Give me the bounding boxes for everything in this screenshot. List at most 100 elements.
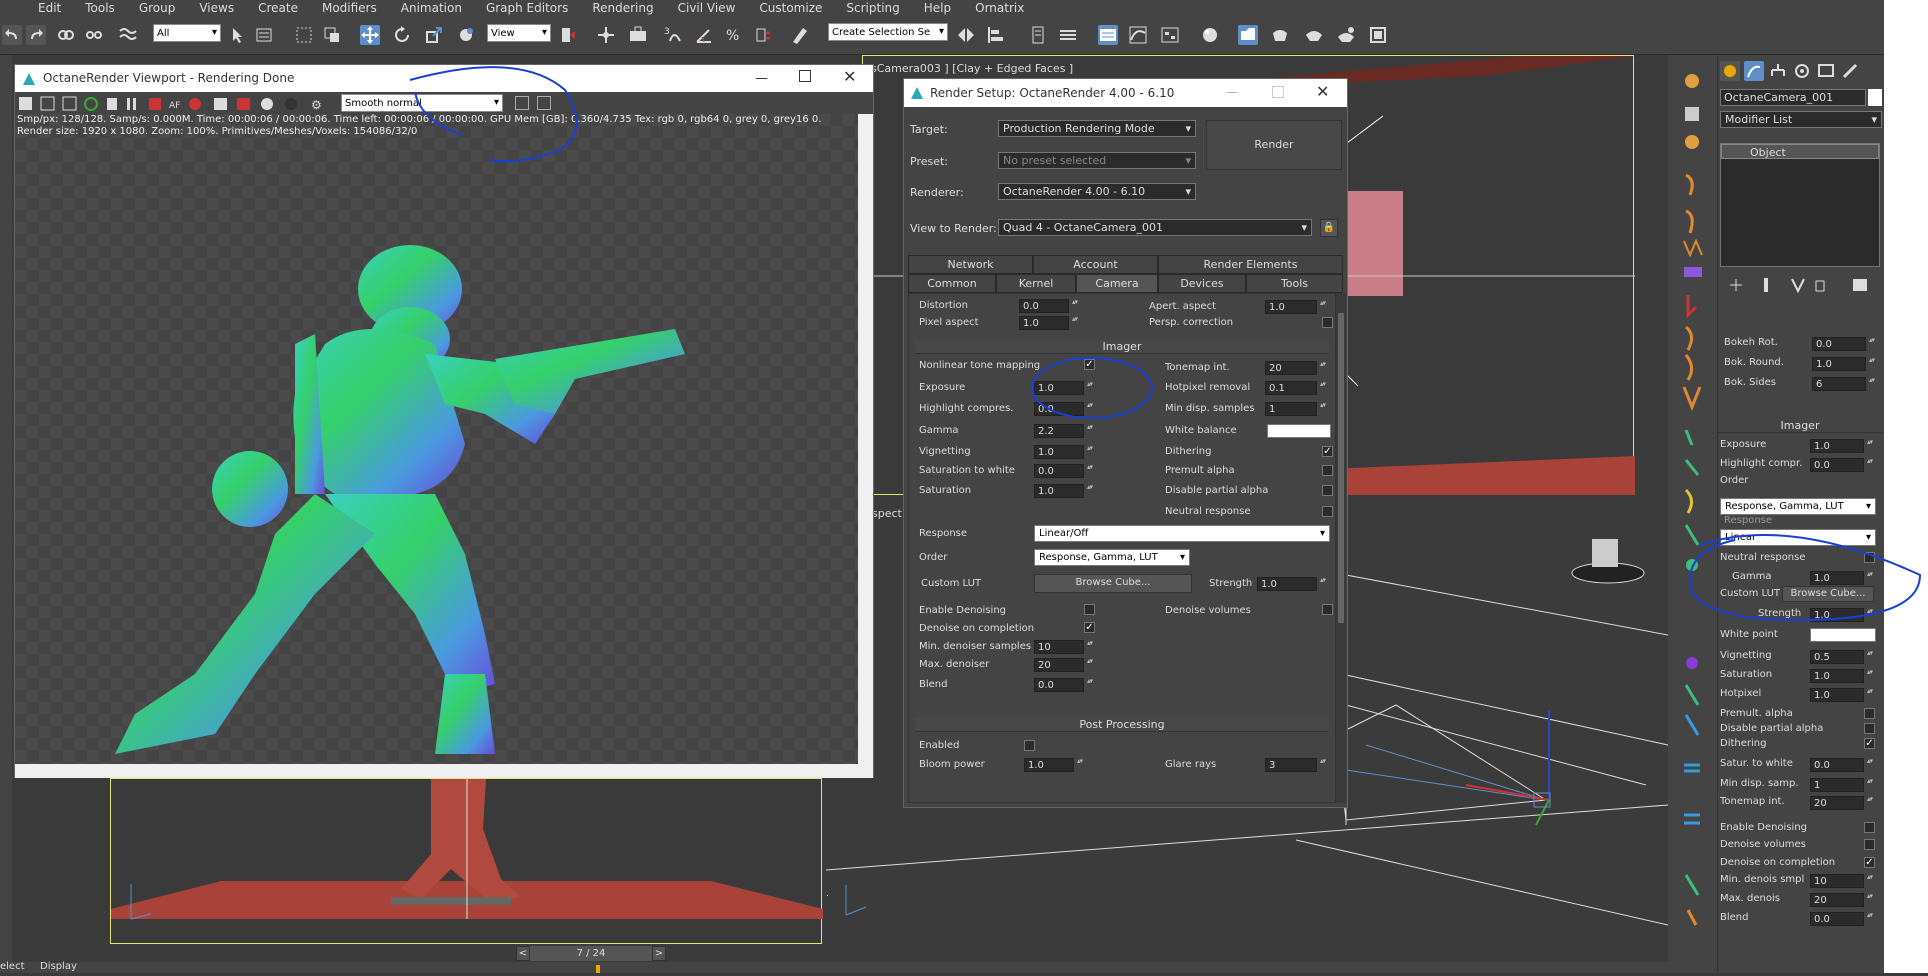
octane-window-title[interactable]: OctaneRender Viewport - Rendering Done: [15, 65, 873, 92]
blend-spinner[interactable]: 0.0: [1034, 677, 1095, 692]
cmd-disable-partial-checkbox[interactable]: [1864, 723, 1875, 734]
window-crossing-icon[interactable]: [322, 25, 342, 45]
render-in-cloud-icon[interactable]: [1368, 25, 1388, 45]
min-denoiser-samples-spinner[interactable]: 10: [1034, 639, 1095, 654]
modifier-stack[interactable]: Object: [1720, 143, 1880, 267]
unlink-icon[interactable]: [84, 25, 104, 45]
enable-denoising-checkbox[interactable]: [1084, 604, 1095, 615]
select-by-name-icon[interactable]: [254, 25, 274, 45]
render-kernel-select[interactable]: Smooth normal: [341, 94, 503, 112]
cmd-browse-cube-button[interactable]: Browse Cube...: [1782, 586, 1874, 602]
picker-icon[interactable]: [537, 96, 551, 110]
remove-modifier-icon[interactable]: [1810, 275, 1830, 295]
target-dropdown[interactable]: Production Rendering Mode: [998, 120, 1196, 137]
cmd-vignetting-spinner[interactable]: 0.5: [1810, 649, 1875, 664]
cmd-white-point-swatch[interactable]: [1810, 628, 1876, 642]
cmd-satur-white-spinner[interactable]: 0.0: [1810, 757, 1875, 772]
reference-coordinate-select[interactable]: View: [487, 24, 551, 42]
cmd-premult-checkbox[interactable]: [1864, 708, 1875, 719]
rs-maximize-icon[interactable]: [1272, 86, 1284, 98]
tab-devices[interactable]: Devices: [1158, 274, 1246, 293]
tab-camera[interactable]: Camera: [1076, 274, 1158, 293]
rs-minimize-icon[interactable]: —: [1226, 85, 1238, 99]
tab-account[interactable]: Account: [1033, 255, 1158, 274]
gamma-spinner[interactable]: 2.2: [1034, 423, 1095, 438]
menu-group[interactable]: Group: [127, 1, 188, 15]
pivot-icon[interactable]: [558, 25, 578, 45]
cmd-tonemap-spinner[interactable]: 20: [1810, 795, 1875, 810]
viewport-label[interactable]: sCamera003 ] [Clay + Edged Faces ]: [871, 62, 1073, 75]
highlight-compression-spinner[interactable]: 0.0: [1034, 401, 1095, 416]
close-icon[interactable]: ✕: [843, 67, 856, 86]
max-denoiser-spinner[interactable]: 20: [1034, 657, 1095, 672]
persp-correction-checkbox[interactable]: [1322, 317, 1333, 328]
cmd-response-dropdown[interactable]: Linear: [1720, 529, 1876, 546]
response-dropdown[interactable]: Linear/Off: [1034, 525, 1330, 542]
bok-round-spinner[interactable]: 1.0: [1812, 356, 1877, 371]
show-end-result-icon[interactable]: [1756, 275, 1776, 295]
cmd-imager-header[interactable]: Imager: [1718, 419, 1882, 433]
mirror-icon[interactable]: [956, 25, 976, 45]
time-slider[interactable]: 7 / 24: [530, 946, 652, 961]
octane-render-canvas[interactable]: Smp/px: 128/128. Samp/s: 0.000M. Time: 0…: [15, 114, 858, 764]
redo-icon[interactable]: [26, 25, 46, 45]
cmd-denoise-volumes-checkbox[interactable]: [1864, 839, 1875, 850]
bok-sides-spinner[interactable]: 6: [1812, 376, 1877, 391]
glare-rays-spinner[interactable]: 3: [1265, 757, 1328, 772]
maximize-icon[interactable]: [799, 70, 811, 82]
percent-snap-icon[interactable]: %: [724, 25, 744, 45]
bloom-power-spinner[interactable]: 1.0: [1024, 757, 1085, 772]
rect-selection-icon[interactable]: [294, 25, 314, 45]
octane-horizontal-scrollbar[interactable]: [15, 764, 873, 778]
cmd-hotpixel-spinner[interactable]: 1.0: [1810, 687, 1875, 702]
material-editor-icon[interactable]: [1200, 25, 1220, 45]
cmd-enable-denoise-checkbox[interactable]: [1864, 822, 1875, 833]
post-enabled-checkbox[interactable]: [1024, 740, 1035, 751]
cmd-blend-spinner[interactable]: 0.0: [1810, 911, 1875, 926]
render-setup-scrollbar[interactable]: [1336, 293, 1346, 803]
premult-alpha-checkbox[interactable]: [1322, 465, 1333, 476]
cmd-gamma-spinner[interactable]: 1.0: [1810, 570, 1875, 585]
rendered-frame-window-icon[interactable]: [1270, 25, 1290, 45]
distortion-spinner[interactable]: 0.0: [1019, 298, 1080, 313]
dithering-checkbox[interactable]: ✓: [1322, 446, 1333, 457]
object-name-field[interactable]: OctaneCamera_001: [1720, 89, 1866, 106]
region-icon[interactable]: [515, 96, 529, 110]
curve-editor-icon[interactable]: [1128, 25, 1148, 45]
pin-stack-icon[interactable]: [1726, 275, 1746, 295]
undo-icon[interactable]: [2, 25, 22, 45]
viewport-front[interactable]: [110, 778, 823, 944]
bokeh-rot-spinner[interactable]: 0.0: [1812, 336, 1877, 351]
keyboard-shortcut-icon[interactable]: [628, 25, 648, 45]
toggle-ribbon-icon[interactable]: [1058, 25, 1078, 45]
select-manipulate-icon[interactable]: [596, 25, 616, 45]
view-to-render-dropdown[interactable]: Quad 4 - OctaneCamera_001: [998, 219, 1312, 236]
tab-common[interactable]: Common: [908, 274, 996, 293]
move-icon[interactable]: [360, 25, 380, 45]
cmd-min-denois-spinner[interactable]: 10: [1810, 873, 1875, 888]
hotpixel-removal-spinner[interactable]: 0.1: [1265, 380, 1328, 395]
apert-aspect-spinner[interactable]: 1.0: [1265, 299, 1328, 314]
create-tab-icon[interactable]: [1720, 61, 1740, 81]
make-unique-icon[interactable]: [1788, 275, 1808, 295]
selection-filter-select[interactable]: All: [153, 24, 221, 42]
post-processing-header[interactable]: Post Processing: [915, 718, 1329, 732]
rs-close-icon[interactable]: ✕: [1316, 82, 1329, 101]
cmd-neutral-response-checkbox[interactable]: [1864, 552, 1875, 563]
nonlinear-tone-mapping-checkbox[interactable]: ✓: [1084, 359, 1095, 370]
menu-tools[interactable]: Tools: [73, 1, 127, 15]
prev-frame-button[interactable]: <: [516, 946, 530, 961]
preset-dropdown[interactable]: No preset selected: [998, 152, 1196, 169]
neutral-response-checkbox[interactable]: [1322, 506, 1333, 517]
named-selection-set-select[interactable]: Create Selection Se: [828, 23, 948, 41]
tab-render-elements[interactable]: Render Elements: [1158, 255, 1343, 274]
snap-3d-icon[interactable]: 3: [664, 25, 684, 45]
track-bar[interactable]: elect Display: [0, 961, 1668, 973]
tab-kernel[interactable]: Kernel: [996, 274, 1076, 293]
utilities-tab-icon[interactable]: [1840, 61, 1860, 81]
render-button[interactable]: Render: [1206, 120, 1342, 170]
render-production-icon[interactable]: [1304, 25, 1324, 45]
place-icon[interactable]: [456, 25, 476, 45]
hierarchy-tab-icon[interactable]: [1768, 61, 1788, 81]
disable-partial-alpha-checkbox[interactable]: [1322, 485, 1333, 496]
